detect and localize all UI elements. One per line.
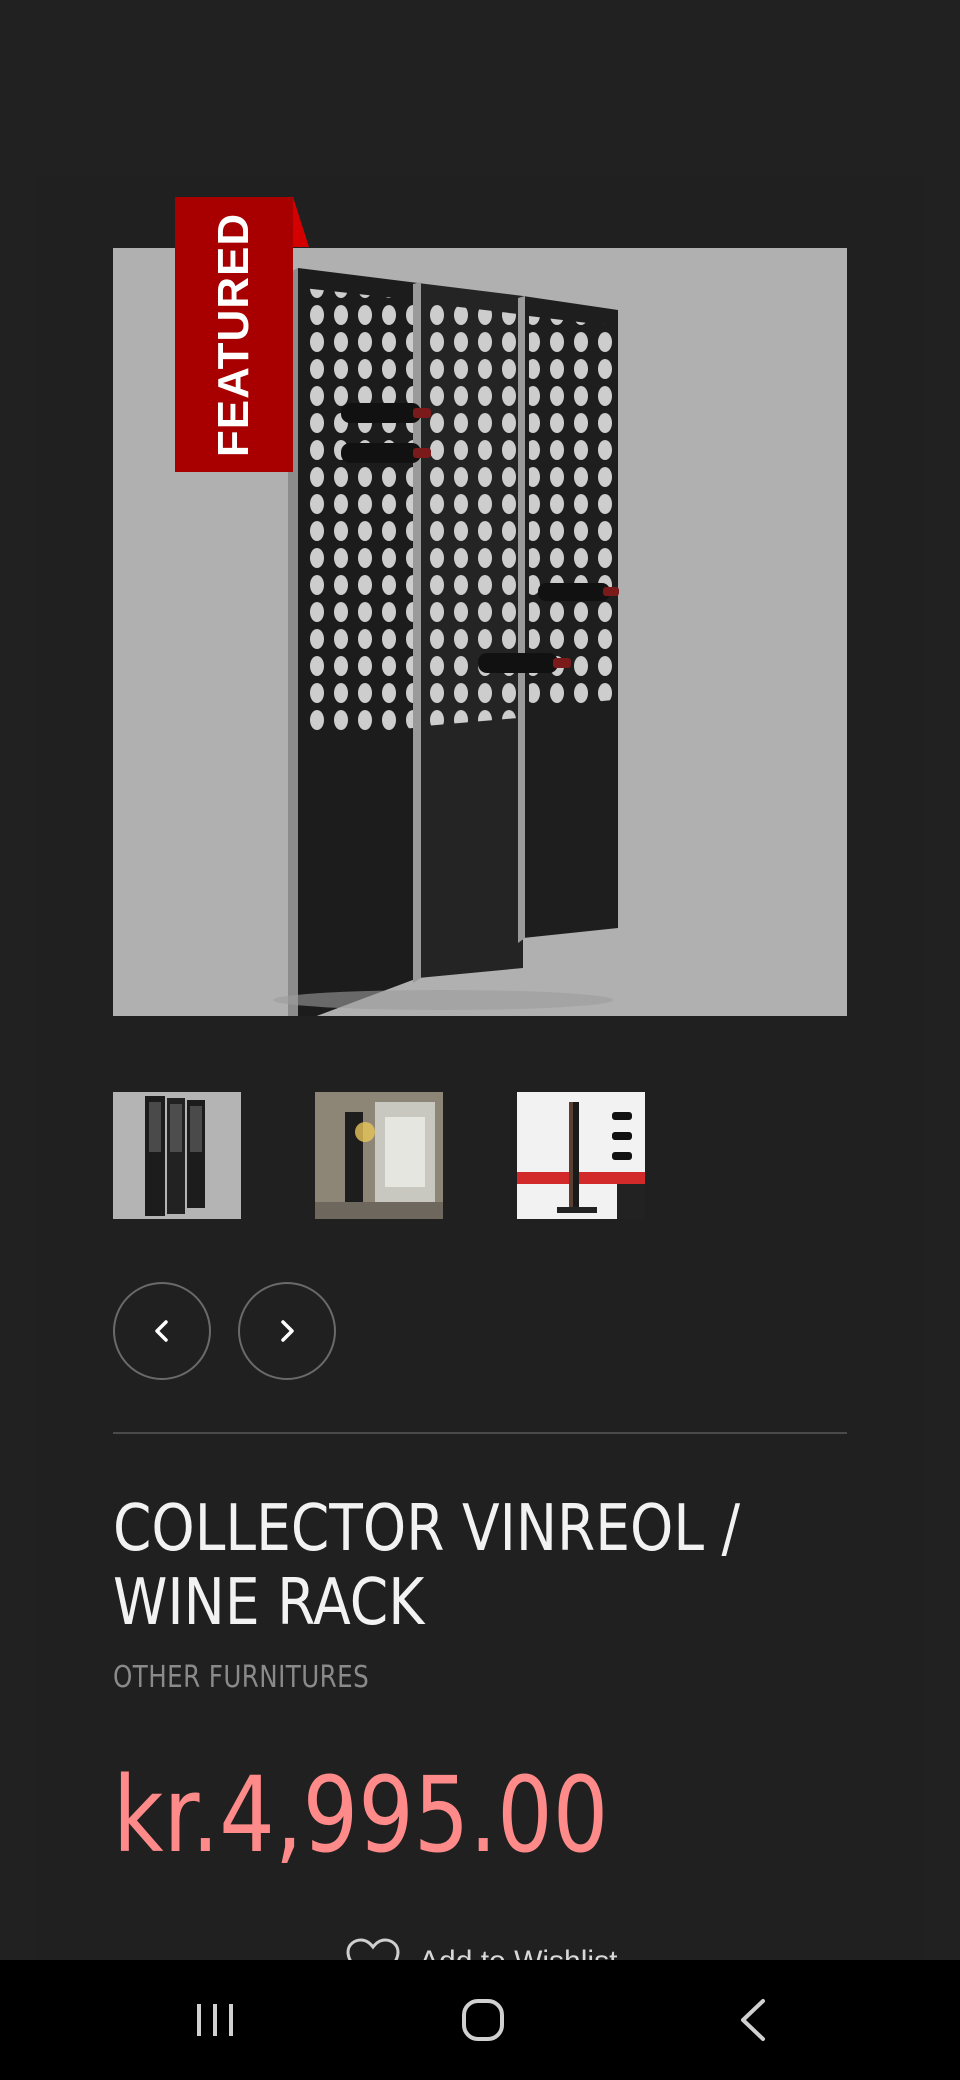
- product-title: COLLECTOR VINREOL / WINE RACK: [113, 1492, 741, 1640]
- gallery-prev-button[interactable]: [113, 1282, 211, 1380]
- back-button[interactable]: [693, 1960, 813, 2080]
- chevron-left-icon: [155, 1320, 168, 1342]
- thumbnail-1-image: [113, 1092, 241, 1219]
- recent-apps-icon: [197, 2004, 233, 2036]
- home-button[interactable]: [423, 1960, 543, 2080]
- home-icon: [462, 1999, 504, 2041]
- back-icon: [741, 1999, 765, 2041]
- featured-badge: FEATURED: [175, 197, 293, 472]
- thumbnail-2[interactable]: [315, 1092, 443, 1219]
- thumbnail-2-image: [315, 1092, 443, 1219]
- product-price: kr.4,995.00: [113, 1754, 609, 1876]
- system-navigation-bar: [0, 1960, 960, 2080]
- thumbnail-3[interactable]: [517, 1092, 645, 1219]
- chevron-right-icon: [281, 1320, 294, 1342]
- heart-icon: [346, 1938, 400, 1960]
- thumbnail-1[interactable]: [113, 1092, 241, 1219]
- featured-badge-label: FEATURED: [209, 212, 259, 457]
- section-divider: [113, 1432, 847, 1434]
- add-to-wishlist-button[interactable]: Add to Wishlist: [345, 1932, 617, 1960]
- thumbnail-3-image: [517, 1092, 645, 1219]
- gallery-next-button[interactable]: [238, 1282, 336, 1380]
- recent-apps-button[interactable]: [155, 1960, 275, 2080]
- ribbon-fold: [293, 197, 309, 247]
- product-page: FEATURED COLLECTOR VINREOL / WINE RACK O…: [0, 0, 960, 1960]
- product-category-link[interactable]: OTHER FURNITURES: [113, 1660, 369, 1695]
- wishlist-label: Add to Wishlist: [419, 1945, 617, 1960]
